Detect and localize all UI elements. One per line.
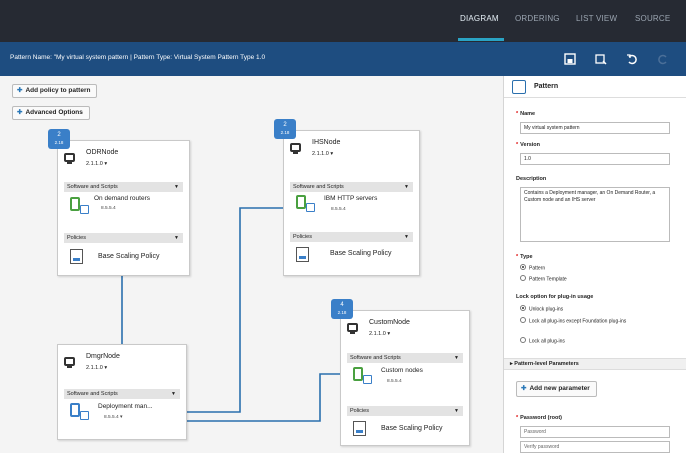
version-field[interactable]: 1.0 — [520, 153, 670, 165]
node-version[interactable]: 2.1.1.0 ▾ — [312, 151, 333, 157]
software-component-icon — [70, 403, 89, 420]
policy-name: Base Scaling Policy — [330, 250, 392, 257]
pattern-title-bar: Pattern Name: "My virtual system pattern… — [0, 42, 686, 76]
software-section-header[interactable]: Software and Scripts ▼ — [64, 182, 183, 192]
node-version[interactable]: 2.1.1.0 ▾ — [86, 161, 107, 167]
software-section-header[interactable]: Software and Scripts ▼ — [290, 182, 413, 192]
policy-icon — [70, 249, 83, 264]
software-component-icon — [353, 367, 372, 384]
virtual-machine-icon — [347, 323, 358, 334]
properties-panel: Pattern * Name My virtual system pattern … — [503, 76, 686, 453]
instance-count-badge: 4 2.18 — [331, 299, 353, 319]
tab-ordering[interactable]: ORDERING — [515, 14, 560, 23]
node-name: DmgrNode — [86, 353, 120, 360]
virtual-machine-icon — [64, 357, 75, 368]
type-radio-template[interactable]: Pattern Template — [520, 275, 567, 282]
virtual-machine-icon — [290, 143, 301, 154]
type-radio-pattern[interactable]: Pattern — [520, 264, 545, 271]
software-component-icon — [70, 197, 89, 214]
active-tab-indicator — [458, 38, 504, 41]
lock-radio-except-foundation[interactable]: Lock all plug-ins except Foundation plug… — [520, 317, 670, 324]
radio-icon — [520, 317, 526, 323]
undo-icon[interactable] — [625, 52, 639, 66]
node-ihs[interactable]: 2 2.18 IHSNode 2.1.1.0 ▾ Software and Scr… — [274, 119, 420, 276]
pattern-parameters-header[interactable]: ▸ Pattern-level Parameters — [504, 358, 686, 370]
component-version: 8.5.5.4 — [331, 207, 346, 212]
node-name: ODRNode — [86, 149, 119, 156]
dmgr-to-custom-link — [180, 373, 350, 422]
component-version: 8.5.5.4 — [387, 379, 402, 384]
instance-count-badge: 2 2.18 — [48, 129, 70, 149]
type-label: * Type — [516, 254, 533, 260]
verify-password-field[interactable]: Verify password — [520, 441, 670, 453]
node-version[interactable]: 2.1.1.0 ▾ — [369, 331, 390, 337]
policies-section-header[interactable]: Policies ▼ — [347, 406, 463, 416]
diagram-canvas[interactable]: ✚ Add policy to pattern ✚ Advanced Options… — [0, 76, 503, 453]
component-name: Custom nodes — [381, 367, 423, 374]
radio-selected-icon — [520, 305, 526, 311]
radio-icon — [520, 275, 526, 281]
radio-selected-icon — [520, 264, 526, 270]
radio-icon — [520, 337, 526, 343]
top-nav-bar: DIAGRAM ORDERING LIST VIEW SOURCE — [0, 0, 686, 42]
node-name: IHSNode — [312, 139, 341, 146]
software-section-header[interactable]: Software and Scripts ▼ — [347, 353, 463, 363]
name-label: * Name — [516, 111, 536, 117]
tab-diagram[interactable]: DIAGRAM — [460, 14, 499, 23]
save-icon[interactable] — [563, 52, 577, 66]
node-name: CustomNode — [369, 319, 410, 326]
panel-header: Pattern — [504, 76, 686, 98]
pattern-title: Pattern Name: "My virtual system pattern… — [10, 54, 266, 61]
password-field[interactable]: Password — [520, 426, 670, 438]
description-field[interactable]: Contains a Deployment manager, an On Dem… — [520, 187, 670, 242]
component-version: 8.5.5.4 ▾ — [104, 415, 123, 420]
component-version: 8.5.5.4 — [101, 206, 116, 211]
description-label: Description — [516, 176, 547, 182]
instance-count-badge: 2 2.18 — [274, 119, 296, 139]
node-dmgr[interactable]: DmgrNode 2.1.1.0 ▾ Software and Scripts ▼… — [57, 344, 187, 440]
node-custom[interactable]: 4 2.18 CustomNode 2.1.1.0 ▾ Software and … — [331, 299, 470, 446]
redo-icon[interactable] — [656, 52, 670, 66]
name-field[interactable]: My virtual system pattern — [520, 122, 670, 134]
component-name: Deployment man... — [98, 403, 153, 410]
tab-source[interactable]: SOURCE — [635, 14, 670, 23]
password-label: * Password (root) — [516, 415, 563, 421]
policy-icon — [353, 421, 366, 436]
virtual-machine-icon — [64, 153, 75, 164]
policies-section-header[interactable]: Policies ▼ — [290, 232, 413, 242]
node-odr[interactable]: 2 2.18 ODRNode 2.1.1.0 ▾ Software and Scr… — [48, 129, 190, 276]
software-component-icon — [296, 195, 315, 212]
plus-icon: ✚ — [521, 385, 527, 392]
policies-section-header[interactable]: Policies ▼ — [64, 233, 183, 243]
policy-name: Base Scaling Policy — [381, 425, 443, 432]
software-section-header[interactable]: Software and Scripts ▼ — [64, 389, 180, 399]
lock-radio-unlock[interactable]: Unlock plug-ins — [520, 305, 563, 312]
panel-title: Pattern — [534, 83, 559, 90]
lock-radio-lock-all[interactable]: Lock all plug-ins — [520, 337, 565, 344]
version-label: * Version — [516, 142, 541, 148]
component-name: IBM HTTP servers — [324, 195, 378, 202]
dmgr-to-ihs-link — [180, 207, 293, 413]
policy-icon — [296, 247, 309, 262]
component-name: On demand routers — [94, 195, 151, 202]
node-version[interactable]: 2.1.1.0 ▾ — [86, 365, 107, 371]
add-parameter-button[interactable]: ✚ Add new parameter — [516, 381, 597, 397]
policy-name: Base Scaling Policy — [98, 253, 160, 260]
lock-option-label: Lock option for plug-in usage — [516, 294, 594, 300]
tab-list-view[interactable]: LIST VIEW — [576, 14, 617, 23]
download-icon[interactable] — [594, 52, 608, 66]
pattern-icon — [512, 80, 526, 94]
